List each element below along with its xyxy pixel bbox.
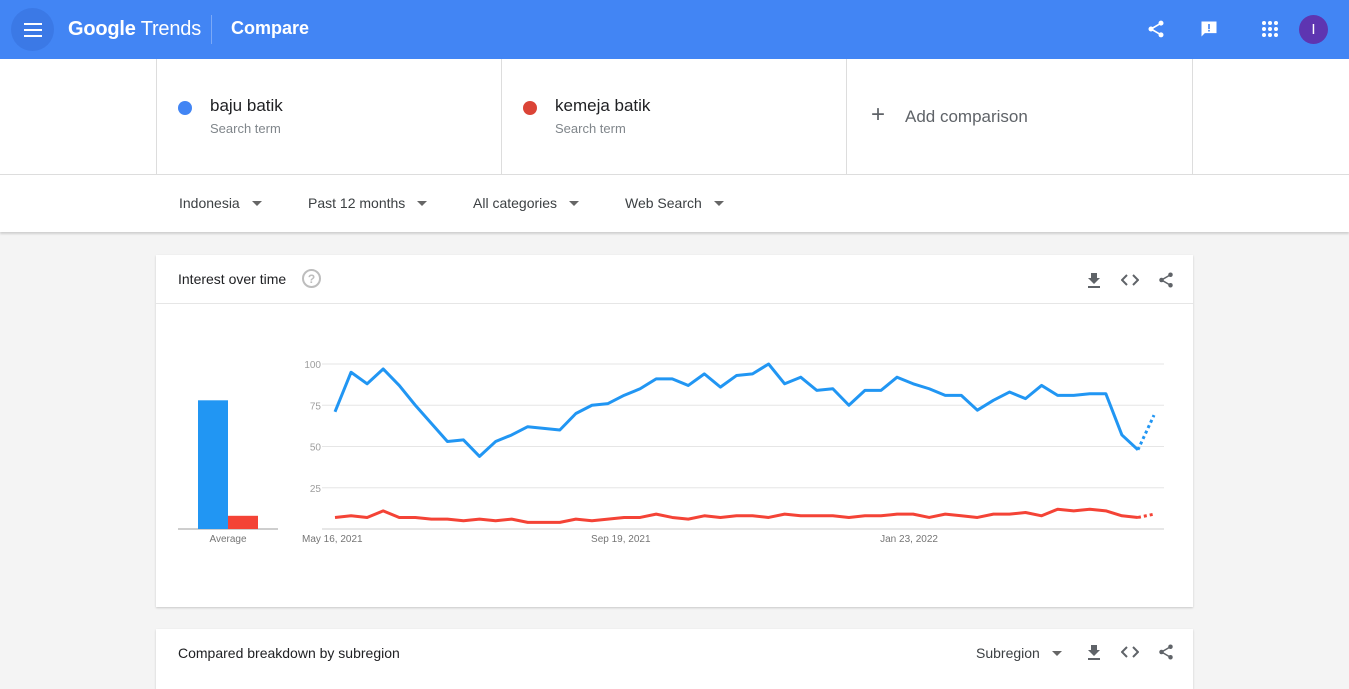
term-name: kemeja batik: [555, 96, 650, 116]
x-tick-label: Sep 19, 2021: [591, 534, 651, 545]
feedback-button[interactable]: [1196, 16, 1222, 42]
embed-button[interactable]: [1119, 269, 1141, 291]
y-tick-label: 25: [310, 484, 322, 495]
average-label: Average: [209, 534, 247, 545]
term-type: Search term: [555, 121, 626, 136]
chevron-down-icon: [417, 201, 427, 206]
x-tick-label: May 16, 2021: [302, 534, 363, 545]
apps-button[interactable]: [1257, 16, 1283, 42]
top-app-bar: Google Trends Compare I: [0, 0, 1349, 59]
chevron-down-icon: [714, 201, 724, 206]
term-color-dot: [178, 101, 192, 115]
term-card-kemeja-batik[interactable]: kemeja batik Search term: [501, 59, 846, 174]
average-bar-kemeja-batik: [228, 516, 258, 529]
plus-icon: +: [871, 103, 885, 127]
download-button[interactable]: [1083, 269, 1105, 291]
term-type: Search term: [210, 121, 281, 136]
header-divider: [211, 15, 212, 44]
menu-icon: [24, 23, 42, 37]
region-dropdown[interactable]: Indonesia: [179, 195, 262, 211]
time-range-dropdown[interactable]: Past 12 months: [308, 195, 427, 211]
add-comparison-label: Add comparison: [905, 107, 1028, 127]
average-bars: Average: [178, 400, 278, 545]
term-name: baju batik: [210, 96, 283, 116]
add-comparison-button[interactable]: + Add comparison: [846, 59, 1193, 174]
page-title: Compare: [231, 18, 309, 39]
search-type-dropdown[interactable]: Web Search: [625, 195, 724, 211]
menu-button[interactable]: [11, 8, 54, 51]
term-color-dot: [523, 101, 537, 115]
y-tick-label: 75: [310, 401, 322, 412]
account-avatar[interactable]: I: [1299, 15, 1328, 44]
x-tick-label: Jan 23, 2022: [880, 534, 938, 545]
chevron-down-icon: [252, 201, 262, 206]
share-button[interactable]: [1143, 16, 1169, 42]
subregion-value: Subregion: [976, 645, 1040, 661]
share-icon: [1157, 643, 1175, 661]
region-value: Indonesia: [179, 195, 240, 211]
card-title: Interest over time: [178, 271, 286, 287]
term-card-baju-batik[interactable]: baju batik Search term: [156, 59, 501, 174]
embed-code-icon: [1121, 273, 1139, 287]
time-range-value: Past 12 months: [308, 195, 405, 211]
series-partial-kemeja-batik: [1138, 514, 1154, 517]
share-icon: [1146, 19, 1166, 39]
feedback-icon: [1199, 19, 1219, 39]
chart-series: [335, 364, 1154, 522]
category-value: All categories: [473, 195, 557, 211]
average-bar-baju-batik: [198, 400, 228, 529]
interest-over-time-card: Interest over time ? Average 25 50 75 100 Ma…: [156, 255, 1193, 607]
chevron-down-icon: [569, 201, 579, 206]
card-title: Compared breakdown by subregion: [178, 645, 400, 661]
embed-code-icon: [1121, 645, 1139, 659]
subregion-card: Compared breakdown by subregion Subregio…: [156, 629, 1193, 689]
series-line-baju-batik: [335, 364, 1138, 456]
comparison-terms-bar: baju batik Search term kemeja batik Sear…: [0, 59, 1349, 175]
share-button[interactable]: [1155, 641, 1177, 663]
logo-google-text: Google: [68, 18, 136, 40]
y-tick-label: 100: [304, 360, 321, 371]
y-tick-label: 50: [310, 443, 322, 454]
share-icon: [1157, 271, 1175, 289]
subregion-dropdown[interactable]: Subregion: [976, 645, 1062, 661]
category-dropdown[interactable]: All categories: [473, 195, 579, 211]
interest-chart: Average 25 50 75 100 May 16, 2021 Sep 19, 202…: [156, 304, 1193, 607]
chevron-down-icon: [1052, 651, 1062, 656]
help-icon[interactable]: ?: [302, 269, 321, 288]
apps-grid-icon: [1261, 20, 1279, 38]
card-header: Interest over time ?: [156, 255, 1193, 304]
series-partial-baju-batik: [1138, 415, 1154, 450]
download-icon: [1086, 272, 1102, 288]
embed-button[interactable]: [1119, 641, 1141, 663]
download-button[interactable]: [1083, 641, 1105, 663]
search-type-value: Web Search: [625, 195, 702, 211]
share-chart-button[interactable]: [1155, 269, 1177, 291]
logo-trends-text: Trends: [141, 18, 201, 40]
google-trends-logo[interactable]: Google Trends: [68, 18, 201, 41]
filter-bar: Indonesia Past 12 months All categories …: [0, 175, 1349, 232]
